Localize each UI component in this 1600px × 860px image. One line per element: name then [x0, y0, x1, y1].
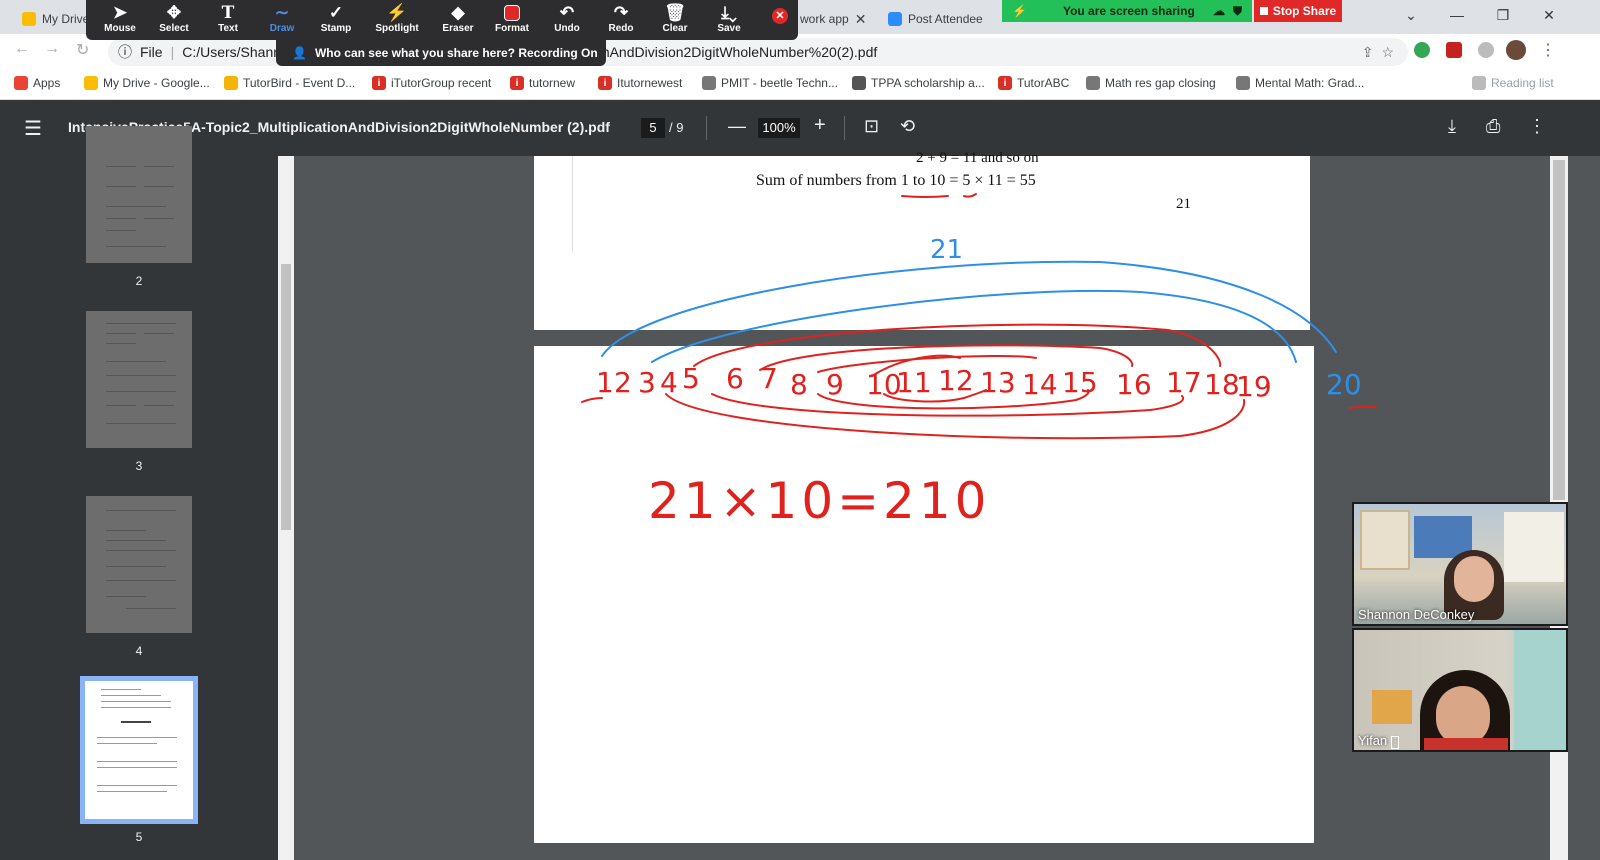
number-annotation: 7: [760, 362, 778, 395]
user-privacy-icon: 👤: [292, 46, 307, 60]
number-annotation: 1: [596, 366, 614, 399]
participant-name: Shannon DeConkey: [1358, 607, 1475, 622]
number-sequence-annotation: 1 2 3 4 5 6 7 8 9 1011 12 13 14 15 16 17 1819 20: [596, 362, 1362, 403]
screen-sharing-banner[interactable]: ⚡ You are screen sharing ☁ ⛊: [1002, 0, 1252, 22]
stop-square-icon: [1259, 7, 1268, 15]
tool-label: Select: [159, 23, 189, 34]
redo-icon: ↷: [613, 3, 629, 22]
number-annotation: 16: [1116, 368, 1152, 401]
number-annotation: 8: [790, 368, 808, 401]
tool-label: Eraser: [442, 23, 474, 34]
participant-face: [1454, 556, 1494, 602]
tool-text[interactable]: T Text: [200, 3, 256, 39]
blue-total-annotation: 21: [930, 235, 963, 265]
tool-select[interactable]: ✥ Select: [146, 3, 202, 39]
tool-label: Text: [218, 23, 238, 34]
tool-eraser[interactable]: ◆ Eraser: [430, 3, 486, 39]
number-annotation: 9: [826, 368, 844, 401]
tool-label: Clear: [662, 23, 688, 34]
screen: { "browser": { "tabs": [ {"label": "My D…: [0, 0, 1600, 860]
tool-label: Undo: [554, 23, 580, 34]
color-swatch-icon: [504, 3, 520, 23]
tool-clear[interactable]: 🗑 Clear: [647, 3, 703, 39]
number-annotation: 11: [896, 366, 932, 399]
tool-label: Format: [495, 23, 529, 34]
tool-stamp[interactable]: ✓ Stamp: [308, 3, 364, 39]
curtain: [1514, 630, 1566, 750]
eraser-icon: ◆: [451, 3, 465, 22]
number-annotation: 15: [1062, 366, 1098, 399]
stop-share-label: Stop Share: [1272, 4, 1337, 18]
checkmark-icon: ✓: [328, 3, 344, 22]
participant-face: [1436, 686, 1490, 746]
recording-notice[interactable]: 👤 Who can see what you share here? Recor…: [276, 40, 606, 66]
zoom-annotation-toolbar: ➤ Mouse ✥ Select T Text ∼ Draw ✓ Stamp ⚡ Spotl…: [86, 0, 798, 40]
number-annotation: 13: [980, 366, 1016, 399]
move-arrows-icon: ✥: [166, 3, 182, 22]
number-annotation: 19: [1236, 370, 1272, 403]
stop-share-button[interactable]: Stop Share: [1254, 0, 1342, 22]
participant-shirt: [1424, 738, 1508, 750]
number-annotation: 14: [1022, 368, 1058, 401]
participant-name: Yifan ⫶: [1358, 733, 1400, 749]
cloud-icon: ☁: [1212, 4, 1225, 18]
audio-icon: ⫶: [1390, 736, 1400, 749]
tool-label: Mouse: [104, 23, 136, 34]
sharing-status-text: You are screen sharing: [1062, 4, 1195, 18]
tool-save[interactable]: ⤓⌄ Save: [701, 3, 757, 39]
tool-spotlight[interactable]: ⚡ Spotlight: [369, 3, 425, 39]
squiggle-pen-icon: ∼: [274, 3, 290, 22]
tool-label: Spotlight: [375, 23, 419, 34]
wall-poster: [1504, 512, 1564, 582]
participant-video-shannon[interactable]: Shannon DeConkey: [1352, 502, 1568, 626]
trash-icon: 🗑: [664, 3, 686, 22]
undo-icon: ↶: [559, 3, 575, 22]
wall-poster: [1360, 510, 1410, 570]
number-annotation: 12: [938, 364, 974, 397]
mouse-pointer-icon: ➤: [112, 3, 128, 22]
number-annotation: 4: [660, 366, 678, 399]
save-download-icon: ⤓⌄: [721, 3, 737, 22]
number-annotation: 2: [614, 366, 632, 399]
participant-video-yifan[interactable]: Yifan ⫶: [1352, 628, 1568, 752]
tool-mouse[interactable]: ➤ Mouse: [92, 3, 148, 39]
tool-redo[interactable]: ↷ Redo: [593, 3, 649, 39]
tool-label: Stamp: [320, 23, 352, 34]
shield-icon: ⛊: [1232, 3, 1242, 18]
share-status-icon: ⚡: [1012, 4, 1027, 18]
number-annotation: 17: [1166, 366, 1202, 399]
tool-label: Save: [717, 23, 741, 34]
tool-undo[interactable]: ↶ Undo: [539, 3, 595, 39]
number-annotation: 5: [682, 362, 700, 395]
number-annotation: 18: [1204, 368, 1240, 401]
number-annotation: 3: [638, 366, 656, 399]
tool-format[interactable]: Format: [484, 3, 540, 39]
tool-label: Redo: [608, 23, 634, 34]
magic-wand-icon: ⚡: [386, 3, 408, 22]
tool-label: Draw: [269, 23, 295, 34]
number-annotation: 20: [1326, 368, 1362, 401]
wall-art: [1372, 690, 1412, 724]
close-toolbar-icon[interactable]: ✕: [772, 8, 788, 24]
tool-draw[interactable]: ∼ Draw: [254, 3, 310, 39]
equation-annotation: 21×10=210: [648, 472, 990, 530]
number-annotation: 6: [726, 362, 744, 395]
text-t-icon: T: [221, 3, 235, 23]
recording-notice-text: Who can see what you share here? Recordi…: [314, 46, 598, 60]
